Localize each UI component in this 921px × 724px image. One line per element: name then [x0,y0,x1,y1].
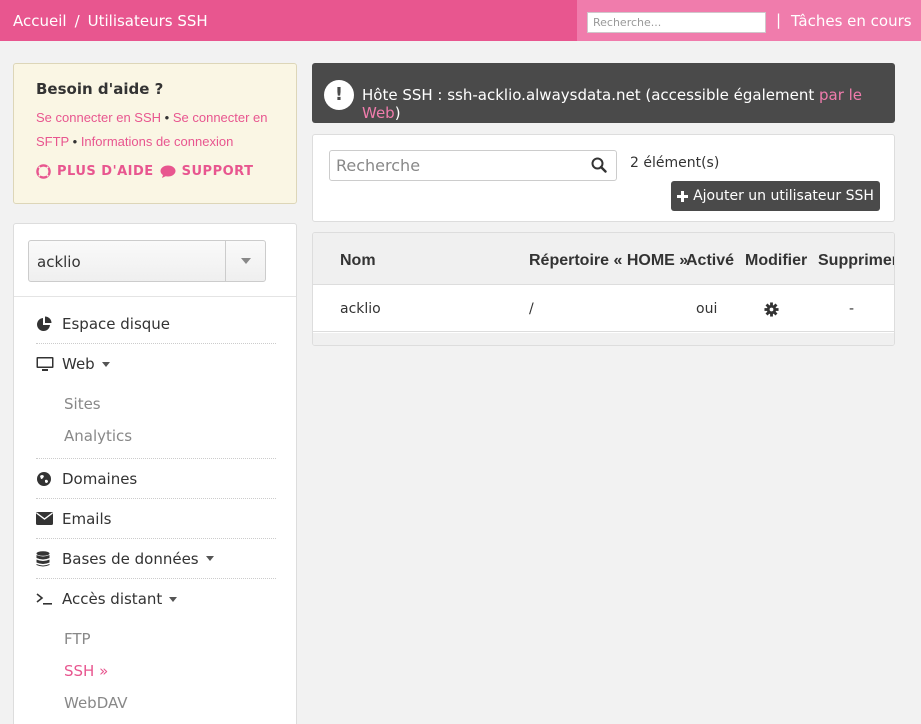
cell-home: / [529,301,534,317]
sidebar-item-label: Espace disque [62,314,171,333]
breadcrumb-separator: / [74,12,80,30]
column-header-delete: Supprimer [818,252,895,269]
caret-down-icon [101,361,110,367]
column-header-edit: Modifier [745,252,808,269]
ssh-users-table: Nom Répertoire « HOME » Activé Modifier … [312,232,895,346]
envelope-icon [36,512,62,525]
table-footer [313,333,894,345]
help-title: Besoin d'aide ? [36,80,164,98]
breadcrumb-current: Utilisateurs SSH [87,12,208,30]
remote-access-submenu: FTP SSH » WebDAV [36,619,276,724]
pie-chart-icon [36,316,62,332]
toolbar-card: 2 élément(s) Ajouter un utilisateur SSH [312,134,895,222]
account-select[interactable]: acklio [28,240,266,282]
table-row: acklio / oui - [313,286,894,332]
sidebar-item-web[interactable]: Web [36,344,276,384]
table-header: Nom Répertoire « HOME » Activé Modifier … [313,233,895,285]
breadcrumb: Accueil / Utilisateurs SSH [13,12,208,30]
terminal-icon [36,592,62,606]
nav-divider [14,296,296,297]
bullet: • [72,134,78,149]
ssh-host-text: Hôte SSH : ssh-acklio.alwaysdata.net (ac… [362,86,819,104]
sidebar-item-label: Web [62,355,95,373]
chat-icon [160,165,176,178]
ssh-connect-link[interactable]: Se connecter en SSH [36,110,161,125]
cell-delete[interactable]: - [849,301,854,317]
database-icon [36,550,62,567]
sidebar-item-remote-access[interactable]: Accès distant [36,579,276,619]
top-bar: Accueil / Utilisateurs SSH | Tâches en c… [0,0,921,41]
support-link[interactable]: SUPPORT [182,164,254,179]
sidebar-item-sites[interactable]: Sites [64,388,276,420]
search-box [329,150,617,181]
sidebar-item-label: Domaines [62,469,138,488]
sidebar-item-label: Emails [62,509,112,528]
sidebar-item-analytics[interactable]: Analytics [64,420,276,452]
lifebuoy-icon [36,164,51,179]
caret-down-icon [205,556,214,561]
monitor-icon [36,356,62,372]
more-help-link[interactable]: PLUS D'AIDE [57,164,154,179]
help-links: Se connecter en SSH • Se connecter en SF… [36,106,274,154]
global-search-input[interactable] [587,12,766,33]
cell-name: acklio [340,301,381,317]
column-header-name[interactable]: Nom [340,252,376,270]
plus-icon [677,190,689,202]
ssh-host-text-end: ) [394,104,401,122]
sidebar-item-databases[interactable]: Bases de données [36,539,276,579]
gear-icon[interactable] [764,302,779,321]
sidebar-item-label: Accès distant [62,590,163,608]
search-icon[interactable] [591,157,607,177]
sidebar-item-webdav[interactable]: WebDAV [64,687,276,719]
sidebar-nav: Espace disque Web Sites Analytics Domain… [36,304,276,724]
column-header-home[interactable]: Répertoire « HOME » [529,252,688,270]
help-card: Besoin d'aide ? Se connecter en SSH • Se… [13,63,297,204]
account-select-value: acklio [37,253,81,271]
breadcrumb-home[interactable]: Accueil [13,12,67,30]
ssh-host-info-bar: ! Hôte SSH : ssh-acklio.alwaysdata.net (… [312,63,895,123]
cell-active: oui [696,301,718,317]
ssh-host-info-text: Hôte SSH : ssh-acklio.alwaysdata.net (ac… [362,86,895,122]
help-actions: PLUS D'AIDE SUPPORT [36,164,274,179]
sftp-connect-link-part1[interactable]: Se connecter en [173,110,268,125]
element-count: 2 élément(s) [630,155,720,171]
chevron-down-icon[interactable] [225,241,265,281]
connection-info-link[interactable]: Informations de connexion [81,134,233,149]
navigation-card: acklio Espace disque Web Sites Analytics… [13,223,297,724]
column-header-active[interactable]: Activé [686,252,734,270]
sftp-connect-link-part2[interactable]: SFTP [36,134,69,149]
search-input[interactable] [330,151,580,180]
sidebar-item-emails[interactable]: Emails [36,499,276,539]
add-ssh-user-label: Ajouter un utilisateur SSH [693,188,874,204]
sidebar-item-label: Bases de données [62,549,199,568]
sidebar-item-disk[interactable]: Espace disque [36,304,276,344]
web-submenu: Sites Analytics [36,384,276,459]
sidebar-item-ftp[interactable]: FTP [64,623,276,655]
alert-icon: ! [324,80,354,110]
caret-down-icon [169,596,178,602]
sidebar-item-domains[interactable]: Domaines [36,459,276,499]
add-ssh-user-button[interactable]: Ajouter un utilisateur SSH [671,181,880,211]
top-separator: | [776,11,782,29]
sidebar-item-ssh[interactable]: SSH » [64,655,276,687]
bullet: • [164,110,170,125]
globe-icon [36,471,62,487]
tasks-link[interactable]: Tâches en cours [791,12,912,30]
top-right-panel: | Tâches en cours [577,0,921,41]
